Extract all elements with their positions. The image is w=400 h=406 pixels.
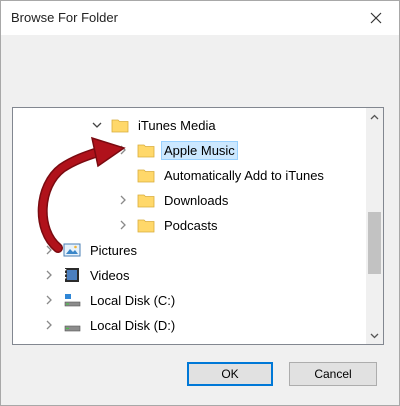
- tree-item-label: Local Disk (D:): [90, 317, 176, 333]
- tree-item[interactable]: Apple Music: [13, 138, 383, 162]
- folder-icon: [137, 166, 155, 184]
- videos-icon: [63, 266, 81, 284]
- folder-icon: [137, 216, 155, 234]
- chevron-right-icon[interactable]: [43, 319, 55, 331]
- chevron-right-icon[interactable]: [117, 144, 129, 156]
- chevron-right-icon[interactable]: [117, 219, 129, 231]
- title-bar: Browse For Folder: [1, 1, 399, 35]
- tree-item[interactable]: Videos: [13, 263, 383, 287]
- close-icon: [370, 12, 382, 24]
- tree-item[interactable]: iTunes Media: [13, 113, 383, 137]
- browse-for-folder-dialog: Browse For Folder iTunes Media Apple Musi…: [0, 0, 400, 406]
- folder-icon: [137, 191, 155, 209]
- tree-item[interactable]: Pictures: [13, 238, 383, 262]
- dialog-prompt: [15, 49, 375, 89]
- pictures-icon: [63, 241, 81, 259]
- ok-button[interactable]: OK: [187, 362, 273, 386]
- tree-item[interactable]: Local Disk (D:): [13, 313, 383, 337]
- chevron-down-icon[interactable]: [91, 119, 103, 131]
- tree-item-label: iTunes Media: [138, 117, 216, 133]
- folder-tree[interactable]: iTunes Media Apple Music Automatically Add…: [12, 107, 384, 345]
- chevron-right-icon[interactable]: [117, 194, 129, 206]
- tree-item-label: Automatically Add to iTunes: [164, 167, 324, 183]
- tree-item[interactable]: Podcasts: [13, 213, 383, 237]
- dialog-title: Browse For Folder: [11, 10, 118, 25]
- chevron-right-icon[interactable]: [43, 294, 55, 306]
- system-drive-icon: [63, 291, 81, 309]
- folder-icon: [137, 141, 155, 159]
- chevron-right-icon[interactable]: [43, 269, 55, 281]
- tree-item-label: Pictures: [90, 242, 137, 258]
- tree-item-label: Podcasts: [164, 217, 218, 233]
- close-button[interactable]: [353, 1, 399, 35]
- tree-item-label: Downloads: [164, 192, 229, 208]
- drive-icon: [63, 316, 81, 334]
- tree-item-label: Apple Music: [161, 140, 238, 160]
- tree-item[interactable]: Automatically Add to iTunes: [13, 163, 383, 187]
- chevron-right-icon[interactable]: [43, 244, 55, 256]
- folder-icon: [111, 116, 129, 134]
- tree-item-label: Local Disk (C:): [90, 292, 176, 308]
- cancel-button[interactable]: Cancel: [289, 362, 377, 386]
- tree-item-label: Videos: [90, 267, 130, 283]
- tree-item[interactable]: Downloads: [13, 188, 383, 212]
- tree-item[interactable]: Local Disk (C:): [13, 288, 383, 312]
